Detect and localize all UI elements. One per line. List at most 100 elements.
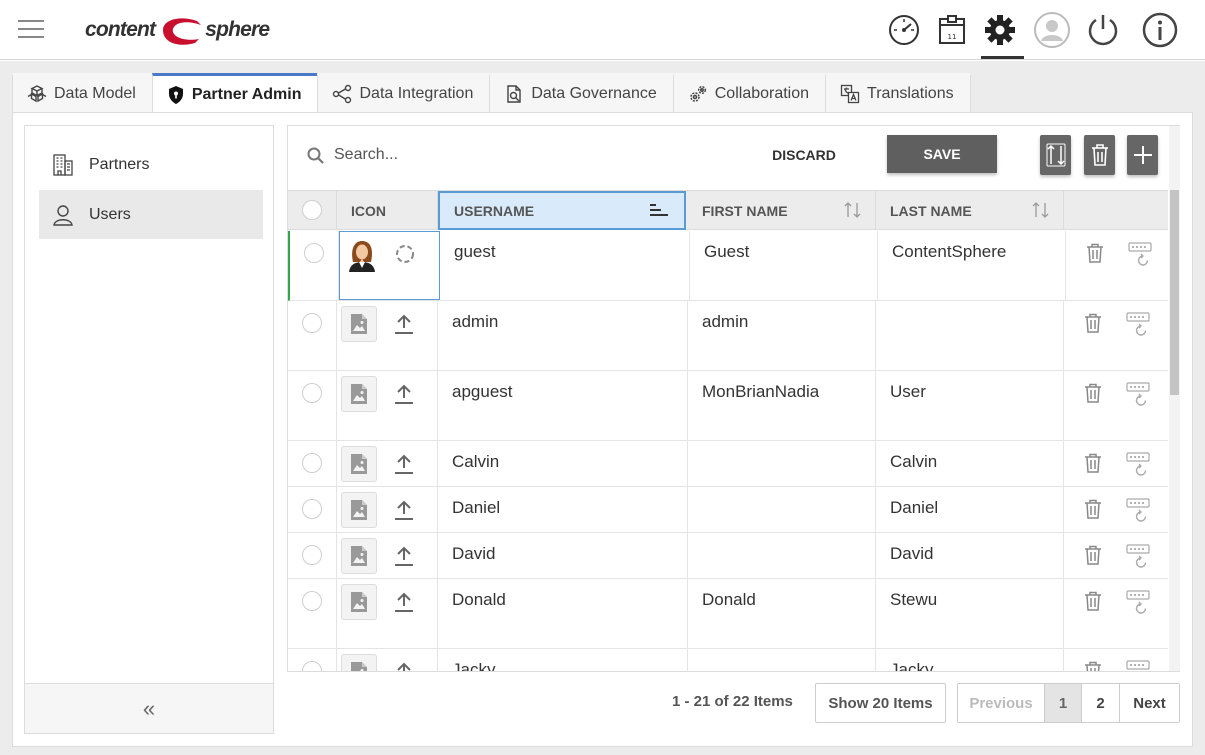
upload-icon[interactable]	[393, 499, 415, 526]
info-icon[interactable]	[1140, 10, 1180, 50]
discard-button[interactable]: DISCARD	[758, 138, 850, 172]
power-icon[interactable]	[1083, 10, 1123, 50]
row-select-checkbox[interactable]	[302, 499, 322, 519]
upload-icon[interactable]	[393, 453, 415, 480]
reset-password-icon[interactable]	[1126, 382, 1152, 411]
upload-icon[interactable]	[393, 313, 415, 340]
username-cell[interactable]: Calvin	[438, 441, 688, 486]
grid-scrollbar[interactable]	[1169, 126, 1180, 671]
select-all-checkbox[interactable]	[302, 200, 322, 220]
icon-cell[interactable]	[337, 649, 438, 671]
delete-row-icon[interactable]	[1086, 243, 1104, 268]
last-name-cell[interactable]: Jacky	[876, 649, 1064, 671]
table-row[interactable]: apguest MonBrianNadia User	[288, 371, 1168, 441]
sidebar-item-users[interactable]: Users	[39, 190, 263, 239]
last-name-cell[interactable]: Stewu	[876, 579, 1064, 648]
reset-password-icon[interactable]	[1126, 452, 1152, 481]
delete-row-icon[interactable]	[1084, 453, 1102, 478]
sort-descending-icon[interactable]	[650, 204, 670, 218]
last-name-cell[interactable]: ContentSphere	[878, 231, 1066, 300]
row-select-checkbox[interactable]	[302, 383, 322, 403]
page-2-button[interactable]: 2	[1082, 684, 1120, 722]
last-name-cell[interactable]: Daniel	[876, 487, 1064, 532]
table-row[interactable]: Jacky Jacky	[288, 649, 1168, 671]
column-header-icon[interactable]: ICON	[337, 191, 438, 230]
icon-cell[interactable]	[337, 487, 438, 532]
column-header-username[interactable]: USERNAME	[438, 191, 686, 230]
sort-toggle-icon[interactable]	[843, 201, 863, 219]
next-page-button[interactable]: Next	[1120, 684, 1179, 722]
tab-data-model[interactable]: Data Model	[12, 73, 153, 112]
upload-icon[interactable]	[393, 591, 415, 618]
reset-password-icon[interactable]	[1126, 544, 1152, 573]
username-cell[interactable]: admin	[438, 301, 688, 370]
tab-partner-admin[interactable]: Partner Admin	[151, 73, 319, 113]
hamburger-menu-icon[interactable]	[18, 20, 44, 40]
row-select-checkbox[interactable]	[302, 545, 322, 565]
reset-password-icon[interactable]	[1126, 590, 1152, 619]
icon-cell[interactable]	[337, 533, 438, 578]
tab-data-governance[interactable]: Data Governance	[489, 73, 674, 112]
row-select-checkbox[interactable]	[302, 591, 322, 611]
collapse-sidebar-button[interactable]: «	[25, 683, 273, 733]
save-button[interactable]: SAVE	[887, 135, 997, 173]
first-name-cell[interactable]: MonBrianNadia	[688, 371, 876, 440]
reset-password-icon[interactable]	[1126, 660, 1152, 671]
page-size-button[interactable]: Show 20 Items	[815, 683, 946, 723]
row-select-checkbox[interactable]	[302, 313, 322, 333]
username-cell[interactable]: Donald	[438, 579, 688, 648]
column-header-first-name[interactable]: FIRST NAME	[688, 191, 876, 230]
scrollbar-thumb[interactable]	[1170, 190, 1179, 395]
dashboard-icon[interactable]	[884, 10, 924, 50]
delete-selected-button[interactable]	[1084, 135, 1115, 175]
table-row[interactable]: admin admin	[288, 301, 1168, 371]
page-1-button[interactable]: 1	[1045, 684, 1082, 722]
last-name-cell[interactable]: Calvin	[876, 441, 1064, 486]
username-cell[interactable]: apguest	[438, 371, 688, 440]
upload-icon[interactable]	[393, 383, 415, 410]
sidebar-item-partners[interactable]: Partners	[39, 140, 263, 189]
table-row[interactable]: Daniel Daniel	[288, 487, 1168, 533]
row-select-checkbox[interactable]	[302, 453, 322, 473]
table-row[interactable]: Calvin Calvin	[288, 441, 1168, 487]
last-name-cell[interactable]: David	[876, 533, 1064, 578]
icon-cell[interactable]	[337, 579, 438, 648]
brand-logo[interactable]: content sphere	[85, 12, 270, 48]
icon-cell[interactable]	[337, 371, 438, 440]
icon-cell[interactable]	[337, 301, 438, 370]
delete-row-icon[interactable]	[1084, 661, 1102, 671]
first-name-cell[interactable]	[688, 649, 876, 671]
icon-cell[interactable]	[337, 441, 438, 486]
icon-cell[interactable]	[339, 231, 440, 300]
sort-toggle-icon[interactable]	[1031, 201, 1051, 219]
first-name-cell[interactable]: Donald	[688, 579, 876, 648]
last-name-cell[interactable]: User	[876, 371, 1064, 440]
table-row[interactable]: Donald Donald Stewu	[288, 579, 1168, 649]
delete-row-icon[interactable]	[1084, 499, 1102, 524]
gear-icon[interactable]	[980, 10, 1020, 50]
first-name-cell[interactable]	[688, 533, 876, 578]
first-name-cell[interactable]: admin	[688, 301, 876, 370]
tab-translations[interactable]: Translations	[825, 73, 971, 112]
archive-box-icon[interactable]: 11	[932, 10, 972, 50]
row-select-checkbox[interactable]	[302, 661, 322, 671]
delete-row-icon[interactable]	[1084, 313, 1102, 338]
reset-password-icon[interactable]	[1126, 498, 1152, 527]
add-user-button[interactable]	[1127, 135, 1158, 175]
sync-button[interactable]	[1040, 135, 1071, 175]
delete-row-icon[interactable]	[1084, 591, 1102, 616]
table-row[interactable]: David David	[288, 533, 1168, 579]
username-cell[interactable]: David	[438, 533, 688, 578]
username-cell[interactable]: Jacky	[438, 649, 688, 671]
reset-password-icon[interactable]	[1126, 312, 1152, 341]
column-header-last-name[interactable]: LAST NAME	[876, 191, 1064, 230]
username-cell[interactable]: guest	[440, 231, 690, 300]
upload-icon[interactable]	[393, 661, 415, 671]
previous-page-button[interactable]: Previous	[958, 684, 1045, 722]
table-row[interactable]: guest Guest ContentSphere	[288, 231, 1168, 301]
reset-password-icon[interactable]	[1128, 242, 1154, 271]
delete-row-icon[interactable]	[1084, 383, 1102, 408]
search-input[interactable]	[334, 142, 634, 168]
username-cell[interactable]: Daniel	[438, 487, 688, 532]
row-select-checkbox[interactable]	[304, 243, 324, 263]
